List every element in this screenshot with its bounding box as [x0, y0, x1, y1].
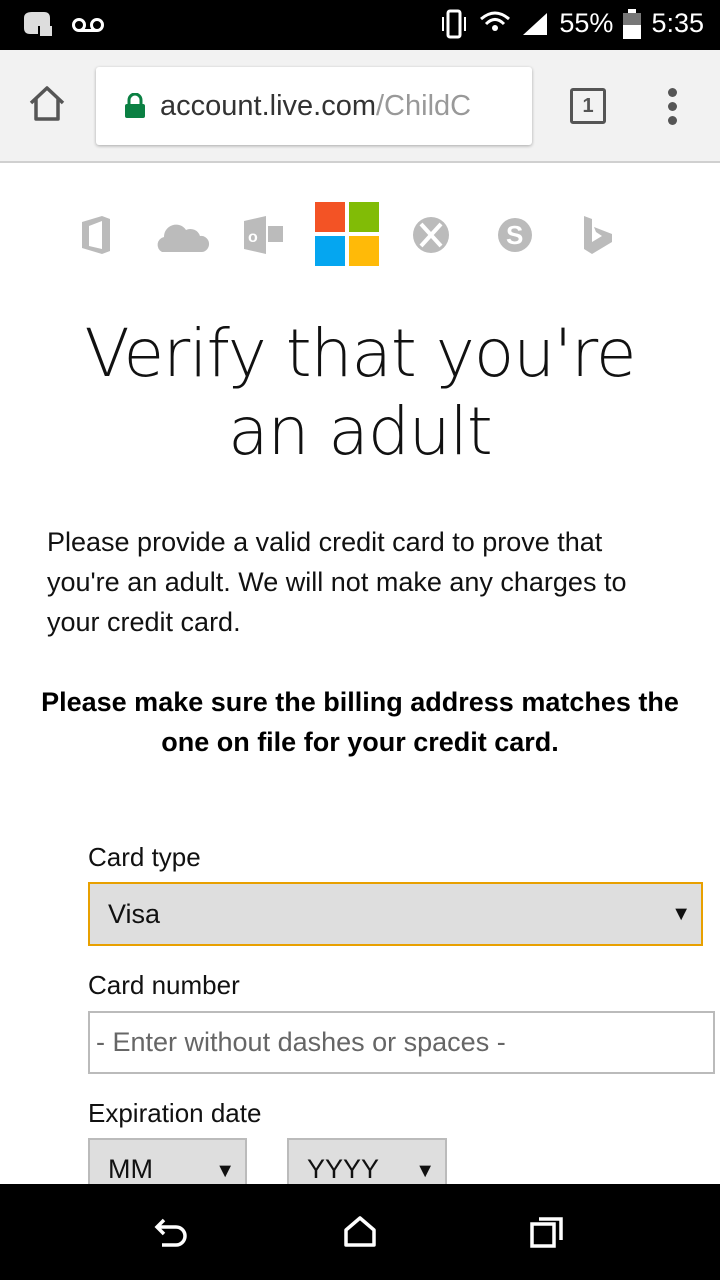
lock-icon	[125, 93, 145, 118]
battery-percent: 55%	[559, 8, 614, 38]
address-bar[interactable]: account.live.com/ChildC	[96, 67, 532, 145]
svg-text:S: S	[506, 220, 523, 250]
voicemail-icon	[72, 18, 104, 32]
microsoft-logo	[315, 202, 379, 268]
expiration-date-label: Expiration date	[88, 1098, 262, 1128]
signal-icon	[523, 12, 548, 35]
year-value: YYYY	[307, 1154, 380, 1184]
tab-switcher-button[interactable]: 1	[570, 88, 606, 124]
card-type-label: Card type	[88, 842, 201, 872]
home-icon[interactable]	[28, 86, 66, 122]
chat-notification-icon	[24, 12, 52, 36]
product-icons: o S	[0, 202, 720, 268]
battery-icon	[623, 8, 642, 39]
url-host: account.live.com	[160, 89, 376, 122]
card-type-select[interactable]: Visa ▼	[88, 882, 703, 946]
vibrate-icon	[442, 9, 467, 38]
navigation-bar	[0, 1184, 720, 1280]
status-bar: 55% 5:35	[0, 0, 720, 50]
xbox-icon	[413, 217, 449, 253]
dropdown-arrow-icon: ▼	[671, 902, 691, 925]
clock: 5:35	[651, 8, 704, 38]
billing-note: Please make sure the billing address mat…	[41, 687, 679, 757]
back-icon[interactable]	[154, 1216, 190, 1248]
url-path: /ChildC	[376, 89, 472, 122]
onedrive-icon	[157, 224, 210, 252]
svg-text:o: o	[248, 229, 258, 246]
office-icon	[82, 216, 110, 254]
outlook-icon: o	[244, 216, 283, 254]
overflow-menu-icon[interactable]	[668, 88, 677, 125]
bing-icon	[584, 216, 612, 254]
dropdown-arrow-icon: ▼	[415, 1160, 435, 1182]
month-value: MM	[108, 1154, 153, 1184]
page-title: Verify that you're an adult	[84, 315, 637, 470]
dropdown-arrow-icon: ▼	[215, 1160, 235, 1182]
intro-text: Please provide a valid credit card to pr…	[47, 527, 627, 637]
home-nav-icon[interactable]	[343, 1216, 377, 1248]
card-number-label: Card number	[88, 970, 240, 1000]
card-number-placeholder: - Enter without dashes or spaces -	[96, 1027, 506, 1057]
browser-toolbar: account.live.com/ChildC 1	[0, 50, 720, 163]
wifi-icon	[480, 11, 511, 31]
card-type-value: Visa	[108, 898, 161, 929]
recent-apps-icon[interactable]	[530, 1216, 564, 1248]
card-number-input[interactable]: - Enter without dashes or spaces -	[88, 1011, 715, 1074]
skype-icon: S	[498, 218, 532, 252]
